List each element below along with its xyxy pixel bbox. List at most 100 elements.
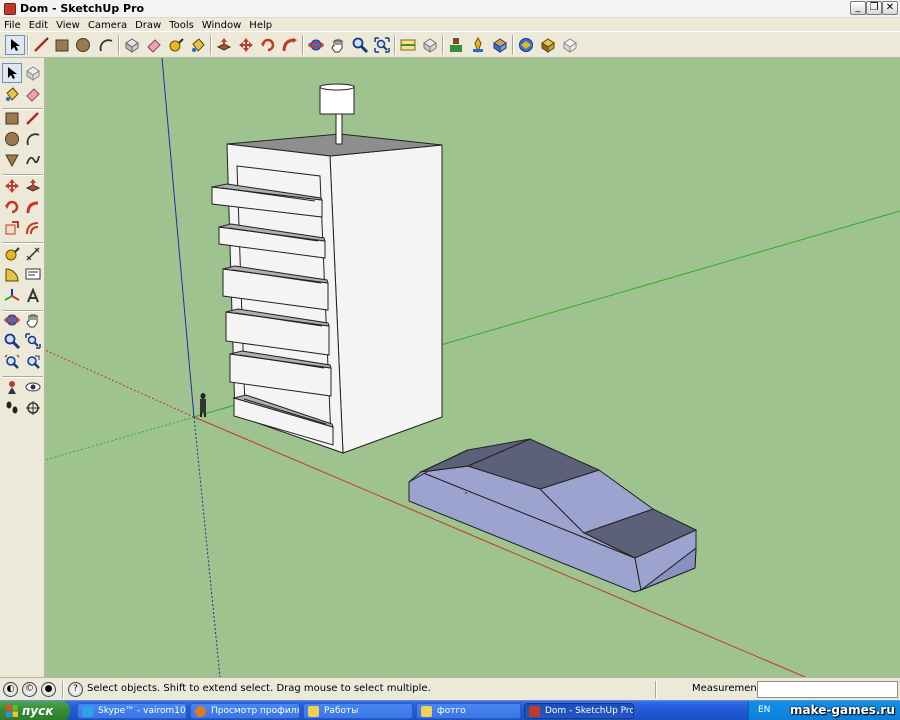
zoom-extents-tool-icon[interactable] bbox=[2, 352, 22, 372]
toolbar-separator bbox=[394, 35, 396, 55]
dimension-tool-icon[interactable] bbox=[23, 244, 43, 264]
rectangle-icon[interactable] bbox=[52, 35, 72, 55]
follow-me-icon[interactable] bbox=[280, 35, 300, 55]
measurements-input[interactable] bbox=[757, 681, 898, 698]
taskbar-item-browser[interactable]: Просмотр профиля п... bbox=[190, 703, 300, 719]
3d-text-tool-icon[interactable] bbox=[23, 286, 43, 306]
arc-icon[interactable] bbox=[96, 35, 116, 55]
look-around-tool-icon[interactable] bbox=[23, 377, 43, 397]
title-bar: Dom - SketchUp Pro _ ❐ ✕ bbox=[0, 0, 900, 18]
zoom-extents-icon[interactable] bbox=[372, 35, 392, 55]
rectangle-tool-icon[interactable] bbox=[2, 108, 22, 128]
zoom-icon[interactable] bbox=[350, 35, 370, 55]
red-axis-negative bbox=[45, 349, 195, 418]
share-component-icon[interactable] bbox=[446, 35, 466, 55]
freehand-tool-icon[interactable] bbox=[23, 150, 43, 170]
status-bar: ◐ © ● ? Select objects. Shift to extend … bbox=[0, 677, 900, 700]
paint-bucket-tool-icon[interactable] bbox=[2, 84, 22, 104]
push-pull-icon[interactable] bbox=[214, 35, 234, 55]
follow-me-tool-icon[interactable] bbox=[23, 197, 43, 217]
tape-measure-icon[interactable] bbox=[166, 35, 186, 55]
help-icon[interactable]: ? bbox=[68, 682, 83, 697]
toolbar-separator bbox=[512, 35, 514, 55]
taskbar-item-sketchup[interactable]: Dom - SketchUp Pro bbox=[524, 703, 634, 719]
taskbar-item-label: Просмотр профиля п... bbox=[211, 706, 300, 716]
window-title: Dom - SketchUp Pro bbox=[20, 2, 145, 15]
building-model[interactable] bbox=[211, 83, 443, 454]
orbit-icon[interactable] bbox=[306, 35, 326, 55]
polygon-tool-icon[interactable] bbox=[2, 150, 22, 170]
user-icon[interactable]: ● bbox=[41, 682, 56, 697]
tape-measure-tool-icon[interactable] bbox=[2, 244, 22, 264]
sketchup-icon bbox=[529, 706, 540, 717]
get-photo-texture-icon[interactable] bbox=[490, 35, 510, 55]
position-camera-tool-icon[interactable] bbox=[2, 377, 22, 397]
restore-button[interactable]: ❐ bbox=[866, 1, 882, 15]
circle-tool-icon[interactable] bbox=[2, 129, 22, 149]
orbit-tool-icon[interactable] bbox=[2, 310, 22, 330]
text-tool-icon[interactable] bbox=[23, 265, 43, 285]
skype-icon bbox=[82, 706, 93, 717]
taskbar-item-folder-raboty[interactable]: Работы bbox=[303, 703, 413, 719]
push-pull-tool-icon[interactable] bbox=[23, 176, 43, 196]
rotate-tool-icon[interactable] bbox=[2, 197, 22, 217]
credits-icon[interactable]: © bbox=[22, 682, 37, 697]
move-tool-icon[interactable] bbox=[2, 176, 22, 196]
eraser-tool-icon[interactable] bbox=[23, 84, 43, 104]
blue-axis-positive bbox=[161, 58, 195, 418]
move-icon[interactable] bbox=[236, 35, 256, 55]
previous-view-tool-icon[interactable] bbox=[23, 352, 43, 372]
scale-tool-icon[interactable] bbox=[2, 218, 22, 238]
eraser-icon[interactable] bbox=[144, 35, 164, 55]
line-icon[interactable] bbox=[31, 35, 51, 55]
zoom-tool-icon[interactable] bbox=[2, 331, 22, 351]
select-icon[interactable] bbox=[5, 35, 25, 55]
preview-icon[interactable] bbox=[560, 35, 580, 55]
axes-tool-icon[interactable] bbox=[2, 286, 22, 306]
offset-tool-icon[interactable] bbox=[23, 218, 43, 238]
model-viewport[interactable] bbox=[45, 58, 900, 677]
taskbar-item-folder-foto[interactable]: фотго bbox=[416, 703, 521, 719]
component-icon[interactable] bbox=[538, 35, 558, 55]
toolbar-separator bbox=[302, 35, 304, 55]
windows-logo-icon bbox=[6, 705, 18, 717]
pan-icon[interactable] bbox=[328, 35, 348, 55]
start-label: пуск bbox=[22, 704, 54, 718]
circle-icon[interactable] bbox=[73, 35, 93, 55]
left-toolbar bbox=[0, 58, 45, 677]
pan-tool-icon[interactable] bbox=[23, 310, 43, 330]
taskbar-item-label: Работы bbox=[324, 706, 359, 716]
start-button[interactable]: пуск bbox=[0, 701, 70, 720]
get-models-icon[interactable] bbox=[398, 35, 418, 55]
make-component-icon[interactable] bbox=[122, 35, 142, 55]
close-button[interactable]: ✕ bbox=[882, 1, 898, 15]
folder-icon bbox=[308, 706, 319, 717]
component-tool-icon[interactable] bbox=[23, 63, 43, 83]
section-plane-tool-icon[interactable] bbox=[23, 398, 43, 418]
taskbar-item-skype[interactable]: Skype™ - vairom100 bbox=[77, 703, 187, 719]
geo-location-icon[interactable]: ◐ bbox=[3, 682, 18, 697]
minimize-button[interactable]: _ bbox=[850, 1, 866, 15]
walk-tool-icon[interactable] bbox=[2, 398, 22, 418]
scene-canvas[interactable] bbox=[45, 58, 900, 677]
toolbar-separator bbox=[27, 35, 29, 55]
watermark: make-games.ru bbox=[790, 703, 895, 717]
warehouse-icon[interactable] bbox=[516, 35, 536, 55]
line-tool-icon[interactable] bbox=[23, 108, 43, 128]
language-indicator[interactable]: EN bbox=[758, 705, 770, 715]
toolbar-separator bbox=[442, 35, 444, 55]
blue-axis-negative bbox=[193, 416, 221, 677]
google-earth-icon[interactable] bbox=[468, 35, 488, 55]
scale-figure[interactable] bbox=[200, 393, 206, 417]
statusbar-divider bbox=[62, 681, 64, 698]
paint-bucket-icon[interactable] bbox=[188, 35, 208, 55]
measurements-label: Measurements bbox=[692, 683, 766, 694]
arc-tool-icon[interactable] bbox=[23, 129, 43, 149]
select-tool-icon[interactable] bbox=[2, 63, 22, 83]
zoom-window-tool-icon[interactable] bbox=[23, 331, 43, 351]
rotate-icon[interactable] bbox=[258, 35, 278, 55]
share-model-icon[interactable] bbox=[420, 35, 440, 55]
protractor-tool-icon[interactable] bbox=[2, 265, 22, 285]
sketchup-app-icon bbox=[4, 3, 16, 15]
taskbar-item-label: Dom - SketchUp Pro bbox=[545, 706, 634, 716]
